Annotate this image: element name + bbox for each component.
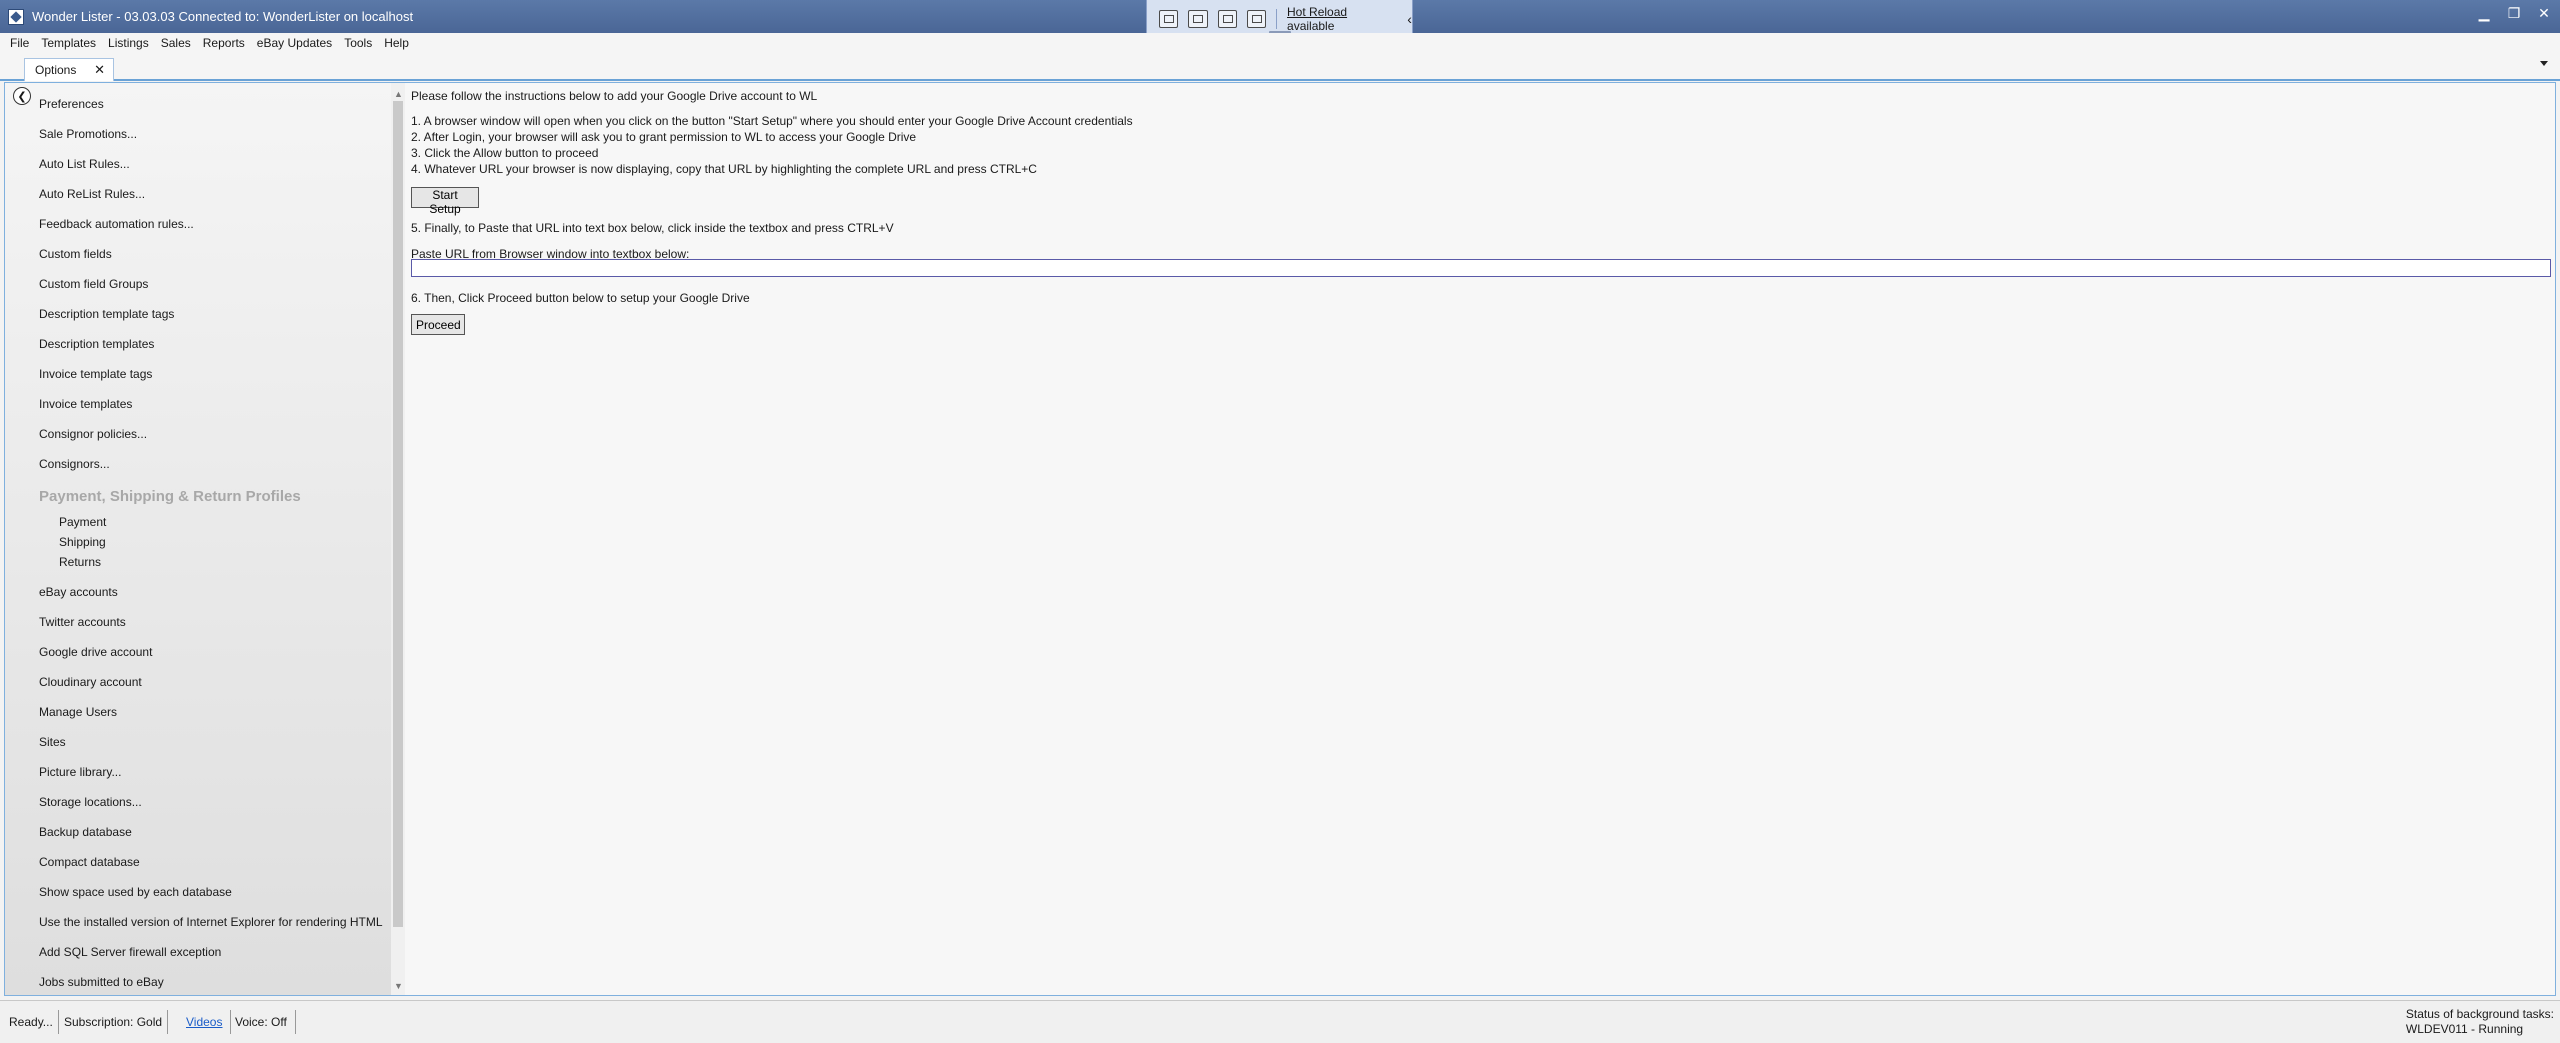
sidebar-item-consignor-policies[interactable]: Consignor policies... <box>39 427 147 441</box>
menu-bar: File Templates Listings Sales Reports eB… <box>0 33 2560 53</box>
background-tasks-label: Status of background tasks: <box>2405 1007 2554 1021</box>
select-element-icon[interactable] <box>1188 9 1208 28</box>
status-ready: Ready... <box>4 1010 59 1034</box>
sidebar-item-invoice-template-tags[interactable]: Invoice template tags <box>39 367 152 381</box>
sidebar-item-twitter-accounts[interactable]: Twitter accounts <box>39 615 126 629</box>
scroll-down-icon[interactable]: ▼ <box>394 981 403 991</box>
google-drive-setup-pane: Please follow the instructions below to … <box>411 83 2553 995</box>
sidebar-item-auto-relist-rules[interactable]: Auto ReList Rules... <box>39 187 145 201</box>
sidebar-item-custom-field-groups[interactable]: Custom field Groups <box>39 277 148 291</box>
status-bar: Ready... Subscription: Gold Videos Voice… <box>0 1000 2560 1043</box>
sidebar-item-compact-database[interactable]: Compact database <box>39 855 140 869</box>
sidebar-item-sites[interactable]: Sites <box>39 735 66 749</box>
step-5-text: 5. Finally, to Paste that URL into text … <box>411 221 894 235</box>
chevron-left-icon[interactable]: ‹ <box>1407 11 1412 27</box>
sidebar-item-feedback-automation[interactable]: Feedback automation rules... <box>39 217 194 231</box>
live-visual-tree-icon[interactable] <box>1159 9 1179 28</box>
menu-file[interactable]: File <box>4 36 35 50</box>
intro-text: Please follow the instructions below to … <box>411 89 818 103</box>
status-voice: Voice: Off <box>230 1010 296 1034</box>
sidebar-subitem-payment[interactable]: Payment <box>59 515 106 529</box>
section-title-profiles: Payment, Shipping & Return Profiles <box>39 488 301 505</box>
sidebar-item-manage-users[interactable]: Manage Users <box>39 705 117 719</box>
sidebar-item-backup-database[interactable]: Backup database <box>39 825 132 839</box>
sidebar-item-cloudinary-account[interactable]: Cloudinary account <box>39 675 142 689</box>
sidebar-subitem-returns[interactable]: Returns <box>59 555 101 569</box>
step-4-text: 4. Whatever URL your browser is now disp… <box>411 162 1037 176</box>
sidebar-item-preferences[interactable]: Preferences <box>39 97 104 111</box>
step-6-text: 6. Then, Click Proceed button below to s… <box>411 291 750 305</box>
status-subscription: Subscription: Gold <box>59 1010 169 1034</box>
window-title: Wonder Lister - 03.03.03 Connected to: W… <box>32 9 414 24</box>
menu-reports[interactable]: Reports <box>197 36 251 50</box>
menu-sales[interactable]: Sales <box>155 36 197 50</box>
menu-listings[interactable]: Listings <box>102 36 155 50</box>
restore-icon[interactable]: ❐ <box>2506 5 2522 22</box>
sidebar-item-picture-library[interactable]: Picture library... <box>39 765 121 779</box>
hot-reload-status: Hot Reload available <box>1287 5 1393 33</box>
back-arrow-icon[interactable]: ❮ <box>13 87 31 105</box>
menu-ebay-updates[interactable]: eBay Updates <box>251 36 338 50</box>
hot-reload-text: available <box>1287 18 1335 33</box>
minimize-icon[interactable]: ▁ <box>2476 5 2492 22</box>
sidebar-item-jobs-submitted[interactable]: Jobs submitted to eBay <box>39 975 164 989</box>
close-icon[interactable]: ✕ <box>94 62 105 78</box>
track-focused-element-icon[interactable] <box>1246 9 1267 28</box>
menu-tools[interactable]: Tools <box>338 36 378 50</box>
options-panel: ❮ Preferences Sale Promotions... Auto Li… <box>4 82 2556 996</box>
sidebar-item-consignors[interactable]: Consignors... <box>39 457 110 471</box>
sidebar-item-description-templates[interactable]: Description templates <box>39 337 154 351</box>
toolbar-separator <box>1276 8 1278 29</box>
proceed-button[interactable]: Proceed <box>411 314 465 335</box>
sidebar-item-google-drive-account[interactable]: Google drive account <box>39 645 152 659</box>
menu-help[interactable]: Help <box>378 36 415 50</box>
sidebar-subitem-shipping[interactable]: Shipping <box>59 535 106 549</box>
menu-templates[interactable]: Templates <box>35 36 102 50</box>
options-sidebar: ❮ Preferences Sale Promotions... Auto Li… <box>5 83 405 995</box>
sidebar-item-show-space-used[interactable]: Show space used by each database <box>39 885 232 899</box>
chevron-down-icon[interactable] <box>2540 61 2548 66</box>
step-3-text: 3. Click the Allow button to proceed <box>411 146 599 160</box>
app-logo-icon <box>8 8 24 25</box>
step-1-text: 1. A browser window will open when you c… <box>411 114 1133 128</box>
window-controls: ▁ ❐ ✕ <box>2476 5 2552 22</box>
tab-label: Options <box>35 63 77 77</box>
sidebar-item-invoice-templates[interactable]: Invoice templates <box>39 397 132 411</box>
background-tasks-value: WLDEV011 - Running <box>2405 1022 2524 1036</box>
scroll-up-icon[interactable]: ▲ <box>394 89 403 99</box>
sidebar-item-storage-locations[interactable]: Storage locations... <box>39 795 142 809</box>
sidebar-item-auto-list-rules[interactable]: Auto List Rules... <box>39 157 130 171</box>
sidebar-item-use-ie-rendering[interactable]: Use the installed version of Internet Ex… <box>39 915 383 929</box>
status-videos-cell: Videos <box>178 1010 232 1034</box>
tab-options[interactable]: Options ✕ <box>24 58 114 81</box>
tab-strip: Options ✕ <box>0 53 2560 81</box>
hot-reload-link[interactable]: Hot Reload <box>1287 5 1347 19</box>
sidebar-item-custom-fields[interactable]: Custom fields <box>39 247 112 261</box>
background-tasks-status: Status of background tasks: WLDEV011 - R… <box>2406 1007 2554 1037</box>
start-setup-button[interactable]: Start Setup <box>411 187 479 216</box>
sidebar-item-sale-promotions[interactable]: Sale Promotions... <box>39 127 137 141</box>
close-icon[interactable]: ✕ <box>2536 5 2552 22</box>
sidebar-item-description-template-tags[interactable]: Description template tags <box>39 307 174 321</box>
scrollbar-thumb[interactable] <box>393 101 403 927</box>
sidebar-scrollbar[interactable]: ▲ ▼ <box>391 83 405 995</box>
url-input[interactable] <box>411 259 2551 277</box>
sidebar-item-ebay-accounts[interactable]: eBay accounts <box>39 585 118 599</box>
step-2-text: 2. After Login, your browser will ask yo… <box>411 130 917 144</box>
videos-link[interactable]: Videos <box>186 1015 222 1029</box>
display-layout-adorners-icon[interactable] <box>1217 9 1237 28</box>
sidebar-item-sql-firewall[interactable]: Add SQL Server firewall exception <box>39 945 221 959</box>
